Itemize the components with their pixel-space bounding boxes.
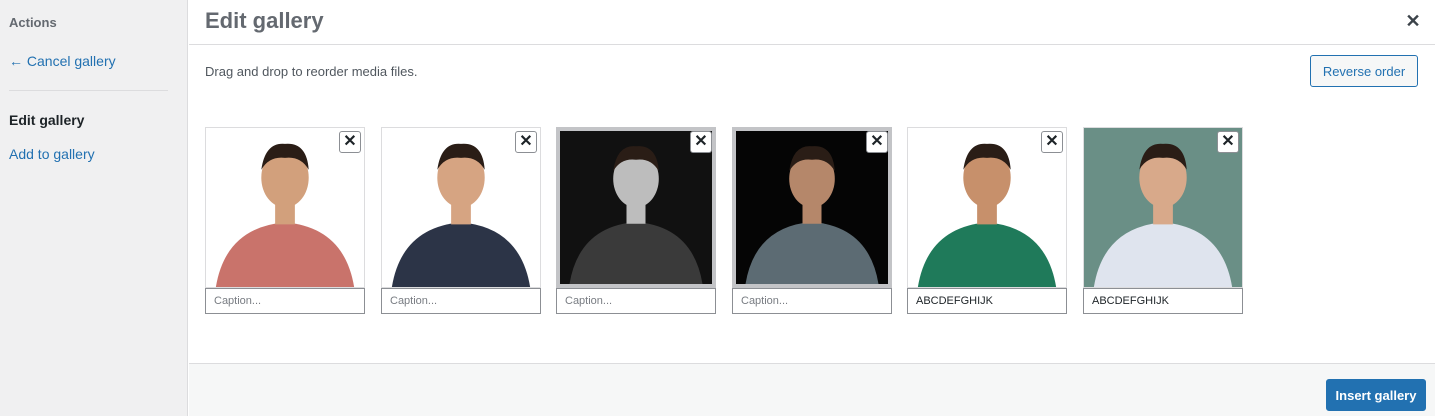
insert-gallery-button[interactable]: Insert gallery xyxy=(1326,379,1426,411)
caption-input[interactable] xyxy=(732,288,892,314)
gallery-item[interactable]: ✕ xyxy=(205,127,365,314)
remove-icon[interactable]: ✕ xyxy=(690,131,712,153)
gallery-item[interactable]: ✕ xyxy=(907,127,1067,314)
remove-icon[interactable]: ✕ xyxy=(1217,131,1239,153)
sidebar-divider xyxy=(9,90,168,91)
cancel-gallery-link[interactable]: ← Cancel gallery xyxy=(9,53,116,69)
gallery-item[interactable]: ✕ xyxy=(732,127,892,314)
close-icon[interactable]: ✕ xyxy=(1404,12,1422,30)
gallery-item[interactable]: ✕ xyxy=(1083,127,1243,314)
remove-icon[interactable]: ✕ xyxy=(866,131,888,153)
sidebar: Actions ← Cancel gallery Edit gallery Ad… xyxy=(0,0,188,416)
modal-header: Edit gallery ✕ xyxy=(189,0,1435,45)
caption-input[interactable] xyxy=(556,288,716,314)
caption-input[interactable] xyxy=(907,288,1067,314)
modal-footer xyxy=(189,363,1435,416)
instructions-text: Drag and drop to reorder media files. xyxy=(205,64,418,79)
actions-heading: Actions xyxy=(9,15,57,30)
remove-icon[interactable]: ✕ xyxy=(339,131,361,153)
caption-input[interactable] xyxy=(1083,288,1243,314)
reverse-order-button[interactable]: Reverse order xyxy=(1310,55,1418,87)
gallery-item[interactable]: ✕ xyxy=(556,127,716,314)
remove-icon[interactable]: ✕ xyxy=(1041,131,1063,153)
remove-icon[interactable]: ✕ xyxy=(515,131,537,153)
sidebar-item-edit-gallery[interactable]: Edit gallery xyxy=(9,112,84,128)
gallery-item[interactable]: ✕ xyxy=(381,127,541,314)
add-to-gallery-link[interactable]: Add to gallery xyxy=(9,146,95,162)
page-title: Edit gallery xyxy=(205,8,324,33)
caption-input[interactable] xyxy=(381,288,541,314)
caption-input[interactable] xyxy=(205,288,365,314)
